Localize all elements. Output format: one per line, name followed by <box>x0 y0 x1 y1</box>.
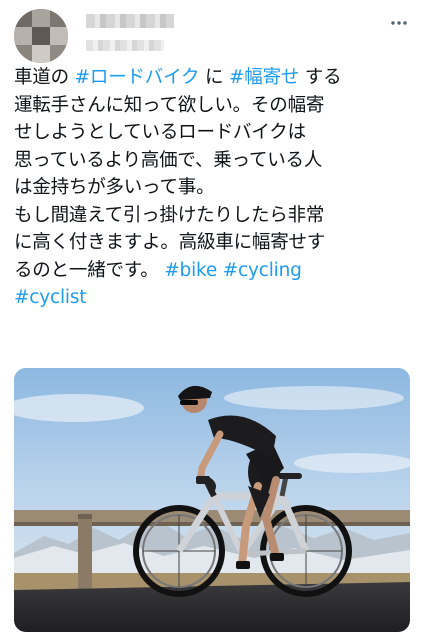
tweet: 車道の #ロードバイク に #幅寄せ する 運転手さんに知って欲しい。その幅寄 せし… <box>0 0 422 640</box>
tweet-text-segment: もし間違えて引っ掛けたりしたら非常 <box>14 204 325 226</box>
author-avatar[interactable] <box>14 9 68 63</box>
tweet-text: 車道の #ロードバイク に #幅寄せ する 運転手さんに知って欲しい。その幅寄 せし… <box>14 64 414 312</box>
tweet-text-segment: せしようとしているロードバイクは <box>14 122 306 143</box>
hashtag-link[interactable]: #ロードバイク <box>75 67 200 88</box>
tweet-text-line: せしようとしているロードバイクは <box>14 119 414 147</box>
tweet-text-line: に高く付きますよ。高級車に幅寄せす <box>14 229 414 257</box>
hashtag-link[interactable]: #幅寄せ <box>229 67 299 88</box>
hashtag-link[interactable]: #cyclist <box>14 287 87 308</box>
tweet-text-line: 思っているより高価で、乗っている人 <box>14 147 414 175</box>
tweet-text-segment: 車道の <box>14 67 75 88</box>
hashtag-link[interactable]: #bike <box>164 260 217 281</box>
tweet-text-line: は金持ちが多いって事。 <box>14 174 414 202</box>
tweet-text-segment: に <box>199 67 229 88</box>
tweet-text-line: 運転手さんに知って欲しい。その幅寄 <box>14 92 414 120</box>
tweet-text-segment: に高く付きますよ。高級車に幅寄せす <box>14 232 326 253</box>
tweet-text-segment: るのと一緒です。 <box>14 259 165 281</box>
tweet-text-line: もし間違えて引っ掛けたりしたら非常 <box>14 202 414 230</box>
tweet-text-segment: 運転手さんに知って欲しい。その幅寄 <box>14 94 325 116</box>
tweet-text-line: 車道の #ロードバイク に #幅寄せ する <box>14 64 414 92</box>
tweet-text-line: るのと一緒です。 #bike #cycling <box>14 257 414 285</box>
hashtag-link[interactable]: #cycling <box>223 260 302 281</box>
tweet-text-segment: する <box>299 67 342 88</box>
tweet-photo[interactable] <box>14 368 410 632</box>
tweet-text-segment: 思っているより高価で、乗っている人 <box>14 149 323 171</box>
author-handle-blurred[interactable] <box>86 40 164 51</box>
more-options-icon[interactable] <box>390 14 408 32</box>
tweet-text-line: #cyclist <box>14 284 414 312</box>
author-name-blurred[interactable] <box>86 14 174 28</box>
tweet-text-segment: は金持ちが多いって事。 <box>14 177 215 198</box>
